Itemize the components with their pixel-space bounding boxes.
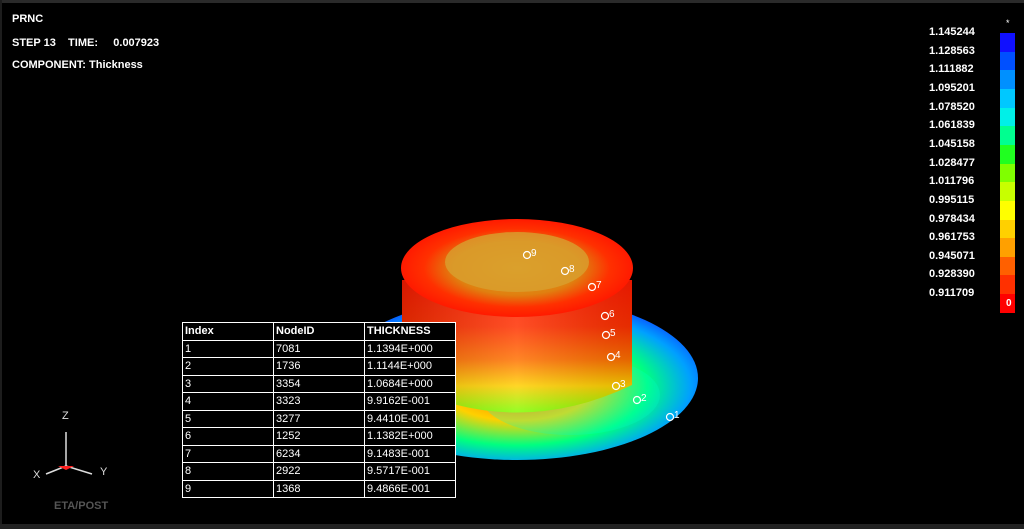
colorbar-level-label: 0.978434 bbox=[929, 212, 975, 225]
cell-thickness: 1.1382E+000 bbox=[364, 427, 456, 446]
colorbar-level-label: 1.128563 bbox=[929, 44, 975, 57]
cell-nodeid: 7081 bbox=[273, 339, 365, 358]
column-header-nodeid: NodeID bbox=[273, 322, 365, 341]
cell-nodeid: 1252 bbox=[273, 427, 365, 446]
colorbar-max-marker: * bbox=[1006, 18, 1010, 28]
colorbar-level-label: 1.111882 bbox=[929, 63, 974, 76]
table-row: 3 3354 1.0684E+000 bbox=[182, 374, 456, 393]
cell-nodeid: 2922 bbox=[273, 462, 365, 481]
probe-marker-label: 2 bbox=[641, 393, 647, 404]
probe-marker-label: 4 bbox=[615, 350, 621, 361]
table-row: 2 1736 1.1144E+000 bbox=[182, 357, 456, 376]
colorbar-swatch bbox=[1000, 144, 1015, 165]
table-header-row: Index NodeID THICKNESS bbox=[182, 322, 456, 341]
colorbar-swatch bbox=[1000, 163, 1015, 183]
colorbar-swatch bbox=[1000, 182, 1015, 202]
colorbar-level-label: 1.145244 bbox=[929, 26, 975, 38]
colorbar-swatch bbox=[1000, 88, 1015, 109]
cell-thickness: 1.1144E+000 bbox=[364, 357, 456, 376]
cell-nodeid: 3277 bbox=[273, 409, 365, 428]
column-header-thickness: THICKNESS bbox=[364, 322, 456, 341]
colorbar-level-label: 0.961753 bbox=[929, 231, 975, 244]
colorbar-level-label: 1.078520 bbox=[929, 100, 975, 113]
x-axis-label: X bbox=[33, 469, 41, 481]
brand-watermark: ETA/POST bbox=[54, 500, 109, 512]
colorbar-swatch bbox=[1000, 275, 1015, 295]
node-value-table: Index NodeID THICKNESS 1 7081 1.1394E+000 … bbox=[182, 322, 456, 498]
cell-nodeid: 1368 bbox=[273, 479, 365, 498]
colorbar-level-label: 1.028477 bbox=[929, 156, 975, 169]
table-row: 1 7081 1.1394E+000 bbox=[182, 339, 456, 358]
cell-index: 5 bbox=[182, 409, 274, 428]
colorbar-min-marker: 0 bbox=[1006, 298, 1012, 309]
cell-index: 9 bbox=[182, 479, 274, 498]
contour-viewport[interactable]: 123456789 bbox=[0, 0, 1024, 529]
cell-index: 1 bbox=[182, 339, 274, 358]
probe-marker-label: 5 bbox=[610, 328, 616, 339]
cell-thickness: 1.0684E+000 bbox=[364, 374, 456, 393]
probe-marker-label: 7 bbox=[596, 280, 602, 291]
table-row: 6 1252 1.1382E+000 bbox=[182, 427, 456, 446]
y-axis-label: Y bbox=[100, 466, 108, 478]
colorbar-level-label: 0.945071 bbox=[929, 249, 975, 262]
table-row: 5 3277 9.4410E-001 bbox=[182, 409, 456, 428]
colorbar-swatch bbox=[1000, 200, 1015, 220]
table-row: 7 6234 9.1483E-001 bbox=[182, 444, 456, 463]
colorbar-swatch bbox=[1000, 126, 1015, 146]
colorbar-level-label: 0.911709 bbox=[929, 287, 975, 300]
cell-index: 2 bbox=[182, 357, 274, 376]
probe-marker-label: 3 bbox=[620, 379, 626, 390]
cell-index: 6 bbox=[182, 427, 274, 446]
colorbar-swatch bbox=[1000, 256, 1015, 276]
colorbar-level-label: 0.928390 bbox=[929, 268, 975, 281]
cell-index: 7 bbox=[182, 444, 274, 463]
colorbar-level-label: 1.045158 bbox=[929, 137, 975, 150]
cell-thickness: 1.1394E+000 bbox=[364, 339, 456, 358]
probe-marker-label: 9 bbox=[531, 248, 537, 259]
cell-thickness: 9.1483E-001 bbox=[364, 444, 456, 463]
cell-nodeid: 6234 bbox=[273, 444, 365, 463]
probe-marker-label: 1 bbox=[674, 410, 680, 421]
colorbar-level-label: 1.061839 bbox=[929, 119, 975, 132]
cell-thickness: 9.4410E-001 bbox=[364, 409, 456, 428]
colorbar-swatch bbox=[1000, 107, 1015, 127]
table-row: 4 3323 9.9162E-001 bbox=[182, 392, 456, 411]
cell-index: 4 bbox=[182, 392, 274, 411]
table-row: 8 2922 9.5717E-001 bbox=[182, 462, 456, 481]
table-row: 9 1368 9.4866E-001 bbox=[182, 479, 456, 498]
cell-thickness: 9.9162E-001 bbox=[364, 392, 456, 411]
colorbar-swatch bbox=[1000, 33, 1015, 53]
colorbar-swatch bbox=[1000, 70, 1015, 90]
axis-triad bbox=[45, 432, 93, 475]
column-header-index: Index bbox=[182, 322, 274, 341]
probe-marker-label: 6 bbox=[609, 309, 615, 320]
colorbar-level-label: 1.095201 bbox=[929, 81, 975, 94]
cell-index: 8 bbox=[182, 462, 274, 481]
cell-nodeid: 3323 bbox=[273, 392, 365, 411]
colorbar-swatch bbox=[1000, 51, 1015, 71]
cell-nodeid: 3354 bbox=[273, 374, 365, 393]
colorbar-level-label: 1.011796 bbox=[929, 175, 975, 188]
colorbar-swatch bbox=[1000, 219, 1015, 239]
cell-index: 3 bbox=[182, 374, 274, 393]
cell-nodeid: 1736 bbox=[273, 357, 365, 376]
colorbar-swatch bbox=[1000, 238, 1015, 258]
cell-thickness: 9.4866E-001 bbox=[364, 479, 456, 498]
z-axis-label: Z bbox=[62, 410, 69, 422]
probe-marker-label: 8 bbox=[569, 264, 575, 275]
colorbar-level-label: 0.995115 bbox=[929, 193, 975, 206]
cell-thickness: 9.5717E-001 bbox=[364, 462, 456, 481]
